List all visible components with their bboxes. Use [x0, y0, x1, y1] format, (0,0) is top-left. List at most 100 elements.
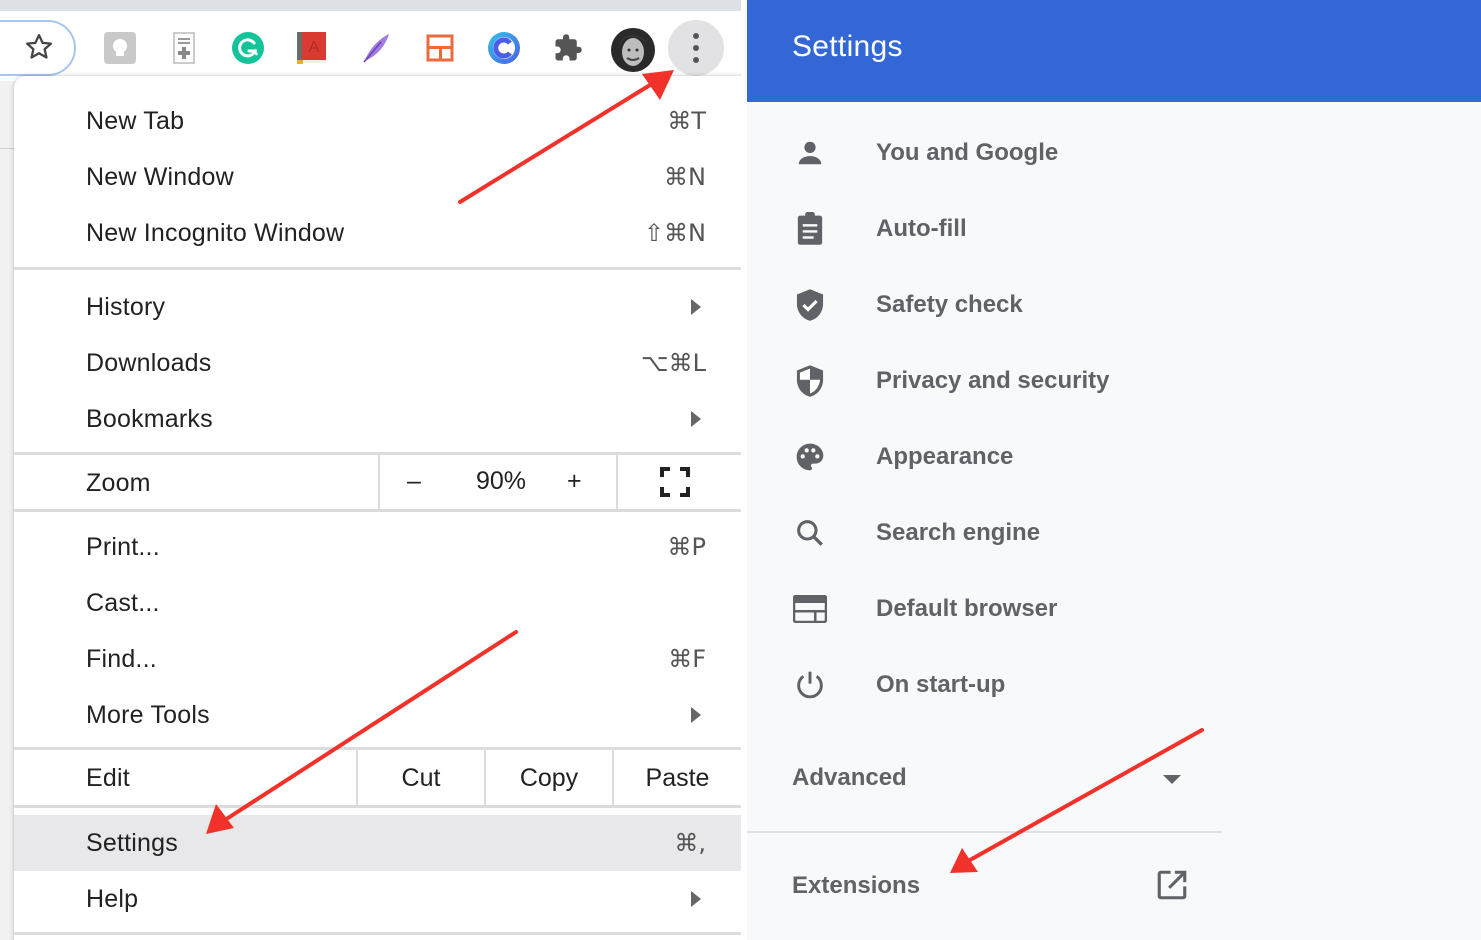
- menu-item-label: History: [86, 292, 166, 321]
- chrome-app-menu: New Tab ⌘T New Window ⌘N New Incognito W…: [14, 76, 741, 940]
- zoom-level-value: 90%: [476, 467, 527, 495]
- layout-extension-icon[interactable]: [423, 31, 457, 65]
- settings-page: Settings You and Google Auto-fill Safety…: [747, 0, 1481, 940]
- grammarly-extension-icon[interactable]: [231, 31, 265, 65]
- lightbulb-extension-icon[interactable]: [103, 31, 137, 65]
- tab-strip: [0, 0, 741, 11]
- more-menu-icon: [693, 33, 699, 39]
- nav-label: Search engine: [876, 519, 1041, 546]
- shortcut-label: ⌘T: [667, 107, 706, 135]
- menu-item-label: Print...: [86, 532, 160, 561]
- feather-extension-icon[interactable]: [359, 31, 393, 65]
- bookmark-star-icon[interactable]: [22, 30, 56, 64]
- menu-item-label: Downloads: [86, 348, 212, 377]
- nav-label: Auto-fill: [876, 215, 967, 242]
- zoom-in-button[interactable]: +: [567, 467, 582, 496]
- menu-item-downloads[interactable]: Downloads ⌥⌘L: [14, 335, 741, 391]
- nav-label: Appearance: [876, 443, 1014, 470]
- settings-nav-advanced[interactable]: Advanced: [747, 750, 1222, 806]
- menu-item-bookmarks[interactable]: Bookmarks: [14, 391, 741, 447]
- nav-label: Advanced: [792, 764, 907, 791]
- menu-item-label: Find...: [86, 644, 157, 673]
- shortcut-label: ⇧⌘N: [643, 219, 706, 247]
- svg-text:A: A: [309, 39, 320, 56]
- settings-nav-auto-fill[interactable]: Auto-fill: [747, 201, 1247, 257]
- settings-nav-search-engine[interactable]: Search engine: [747, 505, 1247, 561]
- zoom-row: Zoom – 90% +: [14, 455, 741, 511]
- menu-item-label: Help: [86, 884, 139, 913]
- menu-item-label: New Tab: [86, 106, 185, 135]
- shortcut-label: ⌥⌘L: [640, 349, 706, 377]
- menu-separator: [14, 267, 741, 270]
- menu-item-label: Cast...: [86, 588, 160, 617]
- submenu-arrow-icon: [691, 411, 701, 427]
- nav-label: On start-up: [876, 671, 1006, 698]
- settings-nav-on-start-up[interactable]: On start-up: [747, 657, 1247, 713]
- open-in-new-icon: [1155, 868, 1189, 902]
- menu-separator: [14, 509, 741, 512]
- page-title: Settings: [792, 30, 903, 63]
- browser-window-icon: [793, 592, 827, 626]
- settings-nav-divider: [747, 831, 1222, 833]
- power-icon: [793, 668, 827, 702]
- menu-item-find[interactable]: Find... ⌘F: [14, 631, 741, 687]
- shortcut-label: ⌘,: [674, 829, 706, 857]
- menu-item-label: Settings: [86, 828, 178, 857]
- red-book-extension-icon[interactable]: A: [295, 31, 329, 65]
- edit-label: Edit: [86, 763, 130, 792]
- more-menu-button[interactable]: [668, 20, 724, 76]
- zoom-label: Zoom: [86, 468, 151, 497]
- settings-nav-appearance[interactable]: Appearance: [747, 429, 1247, 485]
- shield-half-icon: [793, 364, 827, 398]
- copy-button[interactable]: Copy: [486, 750, 612, 806]
- browser-toolbar: A: [0, 11, 741, 81]
- nav-label: Extensions: [792, 872, 921, 899]
- person-icon: [793, 136, 827, 170]
- cut-button[interactable]: Cut: [358, 750, 484, 806]
- nav-label: You and Google: [876, 139, 1059, 166]
- doc-plus-extension-icon[interactable]: [167, 31, 201, 65]
- c-extension-icon[interactable]: [487, 31, 521, 65]
- search-icon: [793, 516, 827, 550]
- nav-label: Privacy and security: [876, 367, 1110, 394]
- palette-icon: [793, 440, 827, 474]
- settings-nav-you-and-google[interactable]: You and Google: [747, 125, 1247, 181]
- menu-item-new-tab[interactable]: New Tab ⌘T: [14, 93, 741, 149]
- edit-row: Edit Cut Copy Paste: [14, 750, 741, 806]
- chevron-down-icon: [1163, 775, 1181, 784]
- menu-item-history[interactable]: History: [14, 279, 741, 335]
- chrome-window: A New Tab ⌘T New Window ⌘N New Incognito…: [0, 0, 741, 940]
- shortcut-label: ⌘P: [667, 533, 706, 561]
- menu-item-new-incognito-window[interactable]: New Incognito Window ⇧⌘N: [14, 205, 741, 261]
- zoom-label-cell: Zoom: [14, 455, 378, 511]
- paste-button[interactable]: Paste: [614, 750, 741, 806]
- extensions-puzzle-icon[interactable]: [551, 31, 585, 65]
- menu-item-settings[interactable]: Settings ⌘,: [14, 815, 741, 871]
- settings-nav-default-browser[interactable]: Default browser: [747, 581, 1247, 637]
- edit-label-cell: Edit: [14, 750, 356, 806]
- shortcut-label: ⌘N: [664, 163, 706, 191]
- menu-item-more-tools[interactable]: More Tools: [14, 687, 741, 743]
- submenu-arrow-icon: [691, 299, 701, 315]
- menu-item-label: More Tools: [86, 700, 210, 729]
- menu-item-help[interactable]: Help: [14, 871, 741, 927]
- settings-nav-safety-check[interactable]: Safety check: [747, 277, 1247, 333]
- fullscreen-button[interactable]: [660, 467, 690, 497]
- fullscreen-icon: [660, 467, 690, 497]
- menu-item-label: New Window: [86, 162, 234, 191]
- menu-item-cast[interactable]: Cast...: [14, 575, 741, 631]
- zoom-out-button[interactable]: –: [407, 467, 421, 496]
- menu-separator: [14, 932, 741, 935]
- menu-item-label: New Incognito Window: [86, 218, 345, 247]
- shield-check-icon: [793, 288, 827, 322]
- nav-label: Safety check: [876, 291, 1023, 318]
- menu-item-new-window[interactable]: New Window ⌘N: [14, 149, 741, 205]
- submenu-arrow-icon: [691, 891, 701, 907]
- menu-item-print[interactable]: Print... ⌘P: [14, 519, 741, 575]
- profile-avatar[interactable]: [611, 28, 655, 72]
- settings-nav-privacy-and-security[interactable]: Privacy and security: [747, 353, 1247, 409]
- settings-nav-extensions[interactable]: Extensions: [747, 858, 1222, 914]
- nav-label: Default browser: [876, 595, 1058, 622]
- clipboard-icon: [793, 212, 827, 246]
- settings-header: Settings: [747, 0, 1481, 102]
